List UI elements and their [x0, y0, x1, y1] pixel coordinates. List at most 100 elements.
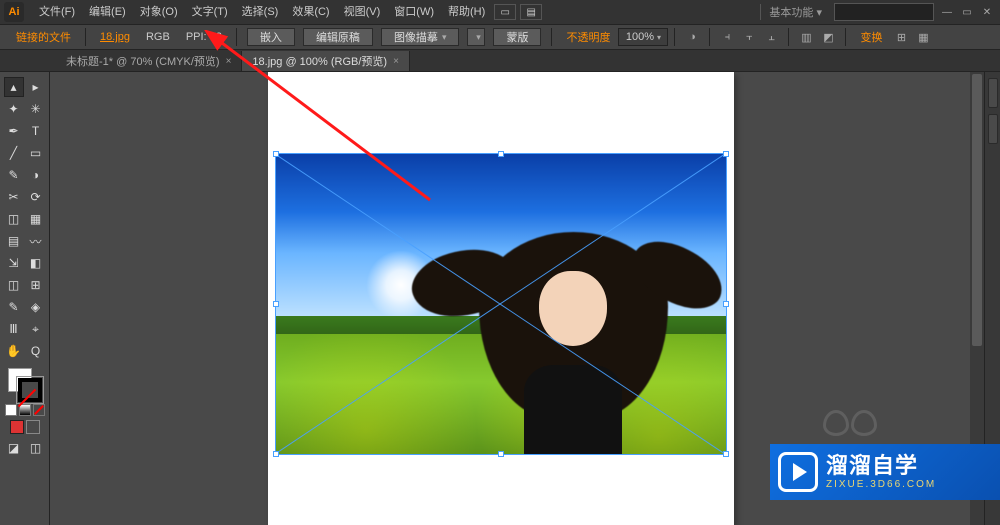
- slice-tool[interactable]: Q: [26, 341, 46, 361]
- watermark-url: ZIXUE.3D66.COM: [826, 479, 936, 490]
- eyedropper-tool[interactable]: ✎: [4, 297, 24, 317]
- image-trace-button[interactable]: 图像描摹: [381, 28, 460, 46]
- rectangle-tool[interactable]: ▭: [26, 143, 46, 163]
- transform-panel-icon[interactable]: ⊞: [891, 28, 911, 46]
- watermark-title: 溜溜自学: [826, 454, 936, 478]
- color-mode-solid[interactable]: [5, 404, 17, 416]
- mask-button[interactable]: 蒙版: [493, 28, 541, 46]
- artboard-tool[interactable]: ✋: [4, 341, 24, 361]
- window-controls: — ▭ ✕: [938, 5, 996, 19]
- watermark-banner: 溜溜自学 ZIXUE.3D66.COM: [770, 444, 1000, 500]
- menu-file[interactable]: 文件(F): [32, 0, 82, 24]
- handle-tl[interactable]: [273, 151, 279, 157]
- window-close[interactable]: ✕: [978, 5, 996, 19]
- line-tool[interactable]: ╱: [4, 143, 24, 163]
- menu-view[interactable]: 视图(V): [337, 0, 388, 24]
- symbol-sprayer-tool[interactable]: Ⅲ: [4, 319, 24, 339]
- lasso-tool[interactable]: ✳: [26, 99, 46, 119]
- gradient-tool[interactable]: ⊞: [26, 275, 46, 295]
- tab-close-icon[interactable]: ×: [226, 56, 232, 67]
- paintbrush-tool[interactable]: ✎: [4, 165, 24, 185]
- draw-normal-mode[interactable]: [10, 420, 24, 434]
- workspace-switcher[interactable]: 基本功能 ▾: [760, 4, 830, 20]
- distribute-icon[interactable]: ▥: [796, 28, 816, 46]
- handle-ml[interactable]: [273, 301, 279, 307]
- linked-file-label: 链接的文件: [8, 29, 79, 45]
- perspective-tool[interactable]: ◧: [26, 253, 46, 273]
- recolor-icon[interactable]: ◑: [682, 28, 702, 46]
- blend-tool[interactable]: ◈: [26, 297, 46, 317]
- scrollbar-thumb[interactable]: [972, 74, 982, 346]
- ppi-label: PPI: 72: [178, 31, 230, 43]
- align-center-icon[interactable]: ⫟: [739, 28, 759, 46]
- mesh-tool[interactable]: ◫: [4, 275, 24, 295]
- color-mode-label: RGB: [138, 31, 178, 43]
- menu-edit[interactable]: 编辑(E): [82, 0, 133, 24]
- menu-select[interactable]: 选择(S): [235, 0, 286, 24]
- selection-overlay: [276, 154, 726, 454]
- screen-mode-full[interactable]: ◫: [26, 438, 46, 458]
- edit-original-button[interactable]: 编辑原稿: [303, 28, 373, 46]
- menu-help[interactable]: 帮助(H): [441, 0, 492, 24]
- column-graph-tool[interactable]: ⌖: [26, 319, 46, 339]
- handle-bl[interactable]: [273, 451, 279, 457]
- window-maximize[interactable]: ▭: [958, 5, 976, 19]
- document-tab-1[interactable]: 未标题-1* @ 70% (CMYK/预览) ×: [56, 51, 242, 71]
- scale-tool[interactable]: ▦: [26, 209, 46, 229]
- free-transform-tool[interactable]: 〰: [26, 231, 46, 251]
- menu-type[interactable]: 文字(T): [185, 0, 235, 24]
- align-left-icon[interactable]: ⫞: [717, 28, 737, 46]
- eraser-tool[interactable]: ⟳: [26, 187, 46, 207]
- menu-effect[interactable]: 效果(C): [285, 0, 336, 24]
- menu-bar: Ai 文件(F) 编辑(E) 对象(O) 文字(T) 选择(S) 效果(C) 视…: [0, 0, 1000, 24]
- arrange-icon[interactable]: ▤: [520, 4, 542, 20]
- shape-builder-tool[interactable]: ⇲: [4, 253, 24, 273]
- selection-tool[interactable]: ▴: [4, 77, 24, 97]
- document-tab-2[interactable]: 18.jpg @ 100% (RGB/预览) ×: [242, 51, 410, 71]
- type-tool[interactable]: T: [26, 121, 46, 141]
- align-right-icon[interactable]: ⫠: [761, 28, 781, 46]
- linked-file-name[interactable]: 18.jpg: [92, 31, 138, 43]
- search-input[interactable]: [834, 3, 934, 21]
- more-options-icon[interactable]: ▦: [913, 28, 933, 46]
- panel-stub-2[interactable]: [988, 114, 998, 144]
- color-mode-none[interactable]: [33, 404, 45, 416]
- handle-mr[interactable]: [723, 301, 729, 307]
- rotate-tool[interactable]: ◫: [4, 209, 24, 229]
- handle-tm[interactable]: [498, 151, 504, 157]
- artboard: [268, 72, 734, 525]
- width-tool[interactable]: ▤: [4, 231, 24, 251]
- play-icon: [778, 452, 818, 492]
- toolbox: ▴▸ ✦✳ ✒T ╱▭ ✎◑ ✂⟳ ◫▦ ▤〰 ⇲◧ ◫⊞ ✎◈ Ⅲ⌖ ✋Q ◪…: [0, 72, 50, 525]
- isolate-icon[interactable]: ◩: [818, 28, 838, 46]
- pencil-tool[interactable]: ◑: [26, 165, 46, 185]
- tab-label: 未标题-1* @ 70% (CMYK/预览): [66, 53, 220, 69]
- watermark-logo-icon: [822, 410, 882, 442]
- app-logo: Ai: [4, 2, 24, 22]
- tab-close-icon[interactable]: ×: [393, 56, 399, 67]
- pen-tool[interactable]: ✒: [4, 121, 24, 141]
- window-minimize[interactable]: —: [938, 5, 956, 19]
- magic-wand-tool[interactable]: ✦: [4, 99, 24, 119]
- panel-stub-1[interactable]: [988, 78, 998, 108]
- menu-object[interactable]: 对象(O): [133, 0, 185, 24]
- opacity-label: 不透明度: [558, 29, 618, 45]
- blob-brush-tool[interactable]: ✂: [4, 187, 24, 207]
- transform-label[interactable]: 变换: [852, 29, 890, 45]
- menu-window[interactable]: 窗口(W): [387, 0, 441, 24]
- embed-button[interactable]: 嵌入: [247, 28, 295, 46]
- stroke-swatch[interactable]: [18, 378, 42, 402]
- handle-br[interactable]: [723, 451, 729, 457]
- fill-stroke-swatches[interactable]: [8, 368, 42, 402]
- placed-image[interactable]: [276, 154, 726, 454]
- handle-bm[interactable]: [498, 451, 504, 457]
- control-bar: 链接的文件 18.jpg RGB PPI: 72 嵌入 编辑原稿 图像描摹 蒙版…: [0, 24, 1000, 50]
- layout-icon[interactable]: ▭: [494, 4, 516, 20]
- image-trace-presets[interactable]: [467, 28, 485, 46]
- screen-mode-normal[interactable]: ◪: [4, 438, 24, 458]
- handle-tr[interactable]: [723, 151, 729, 157]
- opacity-value[interactable]: 100%▾: [618, 28, 668, 46]
- direct-selection-tool[interactable]: ▸: [26, 77, 46, 97]
- document-tabs: 未标题-1* @ 70% (CMYK/预览) × 18.jpg @ 100% (…: [0, 50, 1000, 72]
- draw-behind-mode[interactable]: [26, 420, 40, 434]
